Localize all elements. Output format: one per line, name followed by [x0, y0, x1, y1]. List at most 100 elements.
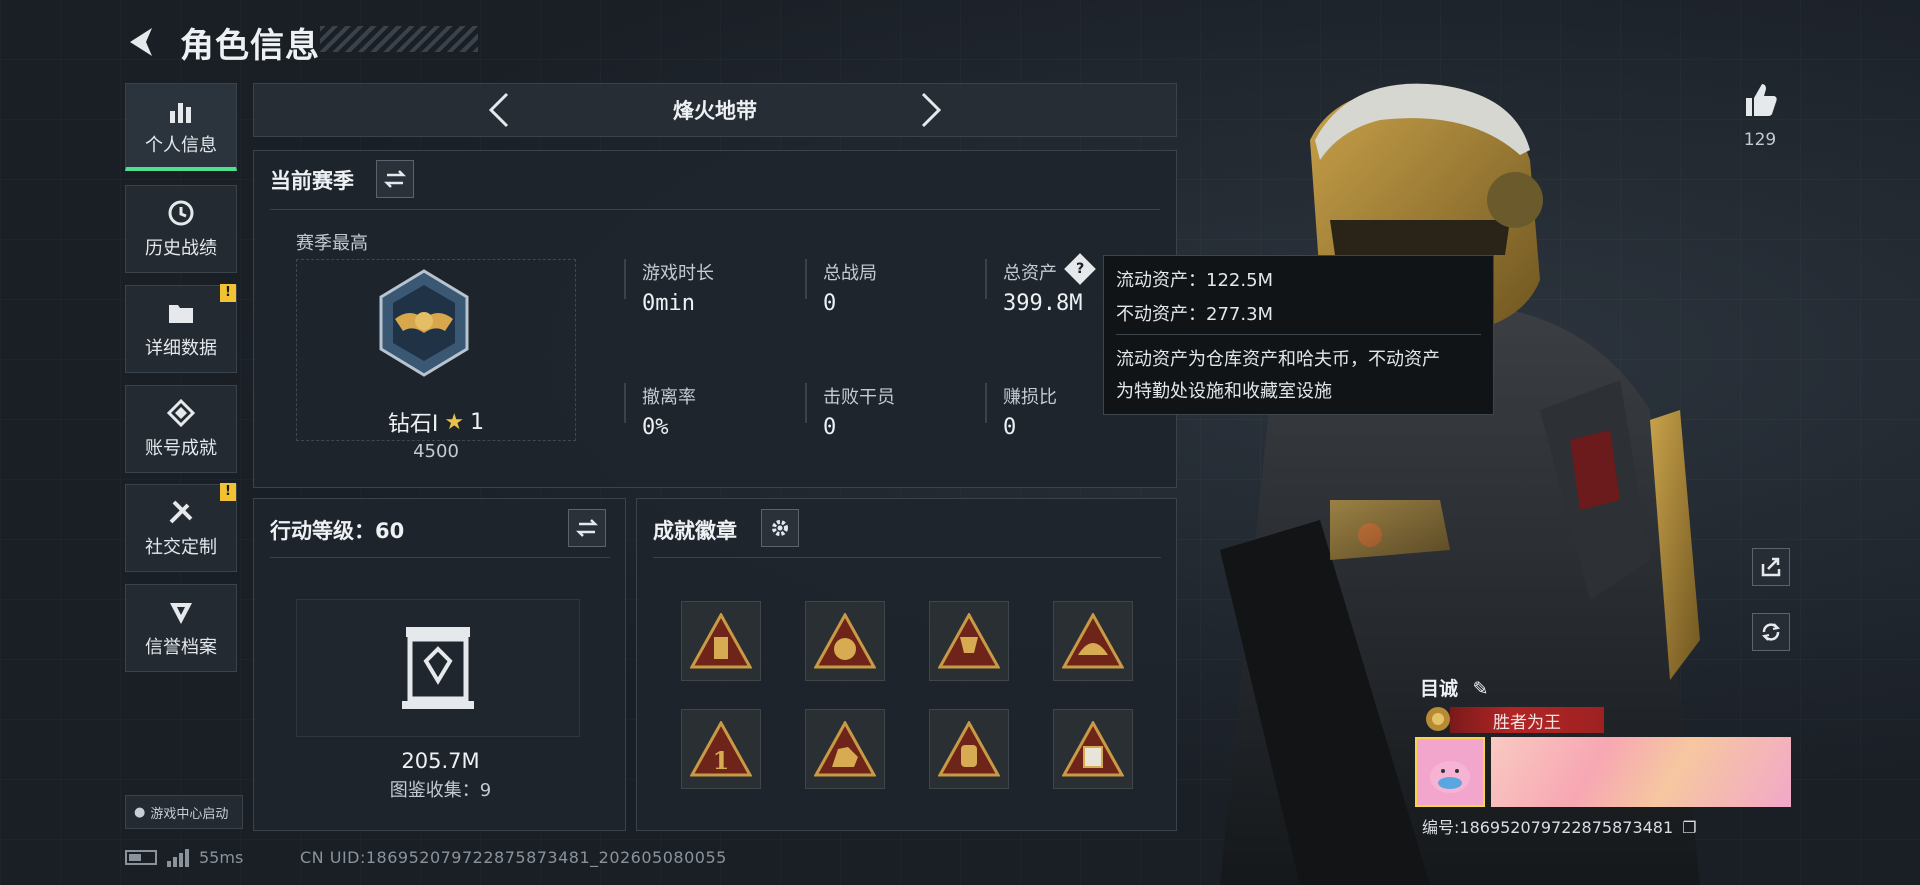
nav-history[interactable]: 历史战绩 [125, 185, 237, 273]
avatar[interactable] [1415, 737, 1485, 807]
stat-value: 0 [1003, 415, 1017, 440]
hat-badge-icon [1062, 613, 1124, 669]
rank-line: 钻石Ⅰ ★ 1 [296, 406, 576, 438]
back-arrow-icon[interactable] [124, 24, 160, 60]
title-emblem-icon [1426, 707, 1450, 731]
stat-value: 399.8M [1003, 291, 1083, 316]
stat-value: 0% [642, 415, 669, 440]
folder-icon [169, 305, 193, 323]
alert-badge: ! [220, 284, 236, 302]
divider [270, 209, 1160, 210]
stat-value: 0 [823, 291, 837, 316]
nav-label: 个人信息 [145, 134, 217, 156]
nav-detail-data[interactable]: ! 详细数据 [125, 284, 237, 373]
divider [985, 259, 987, 299]
achievement-badge[interactable] [805, 601, 885, 681]
title-decoration [320, 26, 478, 52]
badge-settings-button[interactable] [761, 509, 799, 547]
stat-value: 0 [823, 415, 837, 440]
divider [985, 383, 987, 423]
signal-icon [167, 848, 189, 867]
trophy-badge-icon [938, 613, 1000, 669]
rank-name: 钻石Ⅰ [387, 412, 439, 437]
game-center-launch[interactable]: ● 游戏中心启动 [125, 795, 243, 829]
nav-achievements[interactable]: 账号成就 [125, 385, 237, 473]
refresh-icon [1761, 623, 1781, 641]
thumbs-up-icon[interactable] [1740, 80, 1780, 120]
chevron-left-icon[interactable] [485, 90, 513, 130]
alert-badge: ! [220, 483, 236, 501]
stat-label: 击败干员 [823, 387, 895, 408]
achievement-badge[interactable]: 1 [681, 709, 761, 789]
help-icon[interactable]: ? [1064, 253, 1096, 285]
chevron-right-icon[interactable] [917, 90, 945, 130]
page-title: 角色信息 [180, 26, 320, 66]
mode-title: 烽火地带 [673, 99, 757, 123]
gear-icon [772, 520, 788, 536]
share-button[interactable] [1752, 548, 1790, 586]
backpack-badge-icon [938, 721, 1000, 777]
diamond-icon [166, 398, 196, 428]
nav-label: 账号成就 [145, 438, 217, 459]
season-switch-button[interactable] [376, 160, 414, 198]
mode-selector: 烽火地带 [253, 83, 1177, 137]
stat-label: 赚损比 [1003, 387, 1057, 408]
swap-icon [576, 519, 598, 537]
player-name: 目诚 ✎ [1420, 674, 1489, 701]
player-title-banner: 胜者为王 [1450, 707, 1604, 733]
achievement-badge[interactable] [681, 601, 761, 681]
edit-icon[interactable]: ✎ [1473, 678, 1489, 700]
action-level-panel: 行动等级：60 205.7M 图鉴收集：9 [253, 498, 626, 831]
achievement-badge[interactable] [1053, 709, 1133, 789]
star-icon: ★ [444, 409, 465, 435]
achievement-badge[interactable] [929, 709, 1009, 789]
beast-badge-icon [814, 721, 876, 777]
nav-label: 信誉档案 [145, 637, 217, 658]
collection-value: 205.7M [401, 749, 480, 773]
uid-text: CN UID:18695207972287587348​1_2026050800… [300, 848, 727, 867]
nav-label: 详细数据 [145, 338, 217, 359]
nav-label: 历史战绩 [145, 238, 217, 259]
nav-reputation[interactable]: 信誉档案 [125, 584, 237, 672]
launch-label: 游戏中心启动 [150, 806, 229, 822]
rank-points: 4500 [413, 441, 459, 462]
season-panel: 当前赛季 赛季最高 钻石Ⅰ ★ 1 4500 游戏时长 0min 总战局 0 总… [253, 150, 1177, 488]
tooltip-description: 为特勤处设施和收藏室设施 [1116, 381, 1332, 402]
stat-value: 0min [642, 291, 695, 316]
action-level-title: 行动等级：60 [270, 519, 405, 543]
achievement-badge[interactable] [1053, 601, 1133, 681]
refresh-button[interactable] [1752, 613, 1790, 651]
number-one-badge-icon: 1 [690, 721, 752, 777]
tooltip-description: 流动资产为仓库资产和哈夫币，不动资产 [1116, 349, 1440, 370]
season-best-label: 赛季最高 [296, 233, 368, 254]
rank-stars: 1 [470, 409, 485, 435]
status-bar: 55ms [125, 848, 243, 867]
ping-value: 55ms [199, 848, 244, 867]
swap-icon [384, 170, 406, 188]
nav-social[interactable]: ! 社交定制 [125, 483, 237, 572]
level-switch-button[interactable] [568, 509, 606, 547]
name-card-banner [1491, 737, 1791, 807]
clock-icon [168, 200, 194, 226]
battery-icon [125, 850, 157, 865]
copy-icon[interactable]: ❐ [1682, 818, 1696, 837]
stat-label: 总资产 [1003, 263, 1057, 284]
asset-tooltip: 流动资产：122.5M 不动资产：277.3M 流动资产为仓库资产和哈夫币，不动… [1103, 255, 1494, 415]
tools-icon [169, 500, 193, 524]
achievement-badge[interactable] [805, 709, 885, 789]
bar-chart-icon [170, 102, 191, 123]
shield-icon [170, 603, 192, 624]
share-icon [1761, 557, 1781, 577]
stat-label: 总战局 [823, 263, 877, 284]
achievement-badge[interactable] [929, 601, 1009, 681]
stat-label: 撤离率 [642, 387, 696, 408]
nav-personal-info[interactable]: 个人信息 [125, 83, 237, 171]
achievement-badges-panel: 成就徽章 1 [636, 498, 1177, 831]
divider [805, 383, 807, 423]
badges-title: 成就徽章 [653, 519, 737, 543]
stat-label: 游戏时长 [642, 263, 714, 284]
collection-case-icon [402, 627, 474, 709]
penguin-icon: ● [134, 804, 146, 820]
season-title: 当前赛季 [270, 169, 354, 193]
divider [270, 557, 610, 558]
